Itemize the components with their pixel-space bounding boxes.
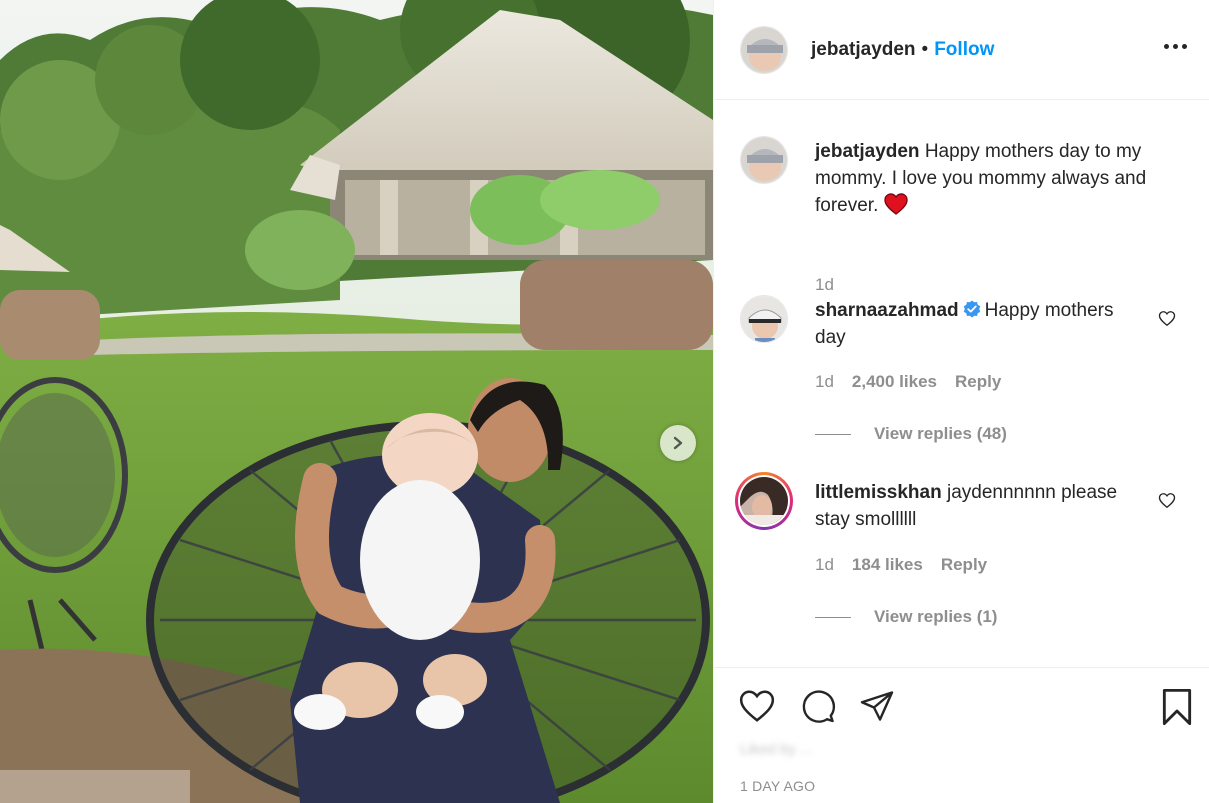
comment-reply-button[interactable]: Reply — [955, 372, 1001, 392]
comment-age[interactable]: 1d — [815, 372, 834, 392]
view-replies-button[interactable]: View replies (1) — [815, 607, 997, 627]
view-replies-label: View replies (48) — [874, 424, 1007, 443]
comment-like-heart-icon[interactable] — [1158, 310, 1176, 327]
comment-icon[interactable] — [799, 688, 837, 724]
commenter-avatar-story-ring[interactable] — [735, 472, 793, 530]
caption-avatar[interactable] — [740, 136, 788, 184]
caption-meta: 1d — [815, 275, 834, 295]
comment-item: littlemisskhan jaydennnnnn please stay s… — [735, 472, 1185, 626]
commenter-avatar-image — [741, 296, 787, 342]
liked-by-blurred: Liked by ... — [740, 741, 813, 758]
comment-text: sharnaazahmad Happy mothers day — [815, 297, 1135, 351]
view-replies-label: View replies (1) — [874, 607, 998, 626]
comment-likes[interactable]: 184 likes — [852, 555, 923, 575]
comments-list[interactable]: jebatjayden Happy mothers day to my momm… — [714, 101, 1209, 667]
caption-username[interactable]: jebatjayden — [815, 141, 920, 162]
comment-item: sharnaazahmad Happy mothers day 1d 2,400… — [740, 295, 1190, 445]
chevron-right-icon — [673, 436, 683, 450]
post-side-panel: jebatjayden • Follow jebatjayden Happy m… — [713, 0, 1209, 803]
post-timestamp[interactable]: 1 DAY AGO — [740, 778, 815, 794]
view-replies-line — [815, 433, 851, 435]
photo-illustration — [0, 0, 713, 803]
comment-likes[interactable]: 2,400 likes — [852, 372, 937, 392]
post-photo[interactable] — [0, 0, 713, 803]
heart-icon[interactable] — [738, 688, 776, 724]
commenter-avatar[interactable] — [740, 295, 788, 343]
comment-age[interactable]: 1d — [815, 555, 834, 575]
caption-avatar-image — [741, 137, 787, 183]
view-replies-line — [815, 616, 851, 618]
commenter-username[interactable]: sharnaazahmad — [815, 300, 959, 321]
verified-badge-icon — [963, 300, 980, 318]
comment-text: littlemisskhan jaydennnnnn please stay s… — [815, 479, 1135, 533]
caption: jebatjayden Happy mothers day to my momm… — [740, 136, 1190, 294]
caption-age[interactable]: 1d — [815, 275, 834, 295]
more-options-icon[interactable] — [1164, 38, 1187, 55]
separator-dot: • — [921, 38, 929, 60]
share-icon[interactable] — [859, 688, 895, 724]
next-photo-button[interactable] — [660, 425, 696, 461]
commenter-username[interactable]: littlemisskhan — [815, 482, 942, 503]
commenter-avatar-image — [740, 477, 788, 525]
red-heart-emoji — [883, 193, 908, 215]
comment-like-heart-icon[interactable] — [1158, 492, 1176, 509]
comment-meta: 1d 2,400 likes Reply — [815, 372, 1001, 392]
view-replies-button[interactable]: View replies (48) — [815, 424, 1007, 444]
comment-meta: 1d 184 likes Reply — [815, 555, 987, 575]
author-avatar[interactable] — [740, 25, 788, 74]
post-header: jebatjayden • Follow — [714, 0, 1209, 100]
follow-button[interactable]: Follow — [934, 39, 994, 61]
comment-reply-button[interactable]: Reply — [941, 555, 987, 575]
post-actions: Liked by ... 1 DAY AGO — [714, 667, 1209, 803]
bookmark-icon[interactable] — [1160, 688, 1194, 726]
author-avatar-image — [741, 26, 787, 73]
author-username[interactable]: jebatjayden — [811, 39, 916, 61]
caption-text: jebatjayden Happy mothers day to my momm… — [815, 138, 1185, 219]
